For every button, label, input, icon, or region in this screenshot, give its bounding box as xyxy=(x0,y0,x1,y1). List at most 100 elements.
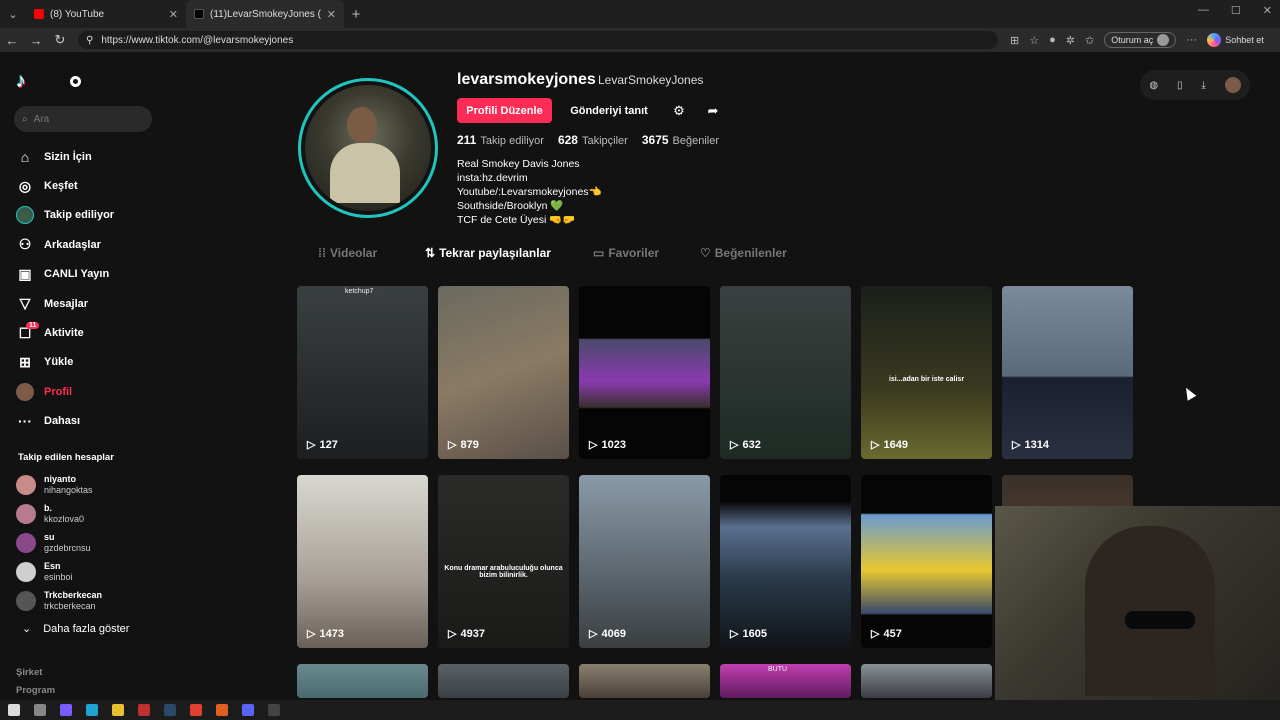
sidebar-item-messages[interactable]: ▽ Mesajlar xyxy=(16,289,166,318)
top-right-toolbar: ◍ ▯ ⤓ xyxy=(1140,70,1250,100)
tab-favorites[interactable]: ▭ Favoriler xyxy=(593,246,700,260)
list-item[interactable]: b. kkozlova0 xyxy=(16,499,166,528)
close-tab-icon[interactable]: ✕ xyxy=(169,8,178,21)
share-icon[interactable]: ➦ xyxy=(702,100,724,122)
favorites-icon[interactable]: ✩ xyxy=(1085,34,1094,47)
video-card[interactable] xyxy=(297,664,428,698)
list-item[interactable]: su gzdebrcnsu xyxy=(16,528,166,557)
puzzle-icon[interactable]: ✲ xyxy=(1066,34,1075,47)
sidebar-item-profile[interactable]: Profil xyxy=(16,377,166,406)
activity-badge: 11 xyxy=(26,322,40,330)
user-avatar-icon[interactable] xyxy=(1224,77,1241,93)
discord-icon[interactable] xyxy=(242,704,254,716)
folder-icon[interactable] xyxy=(112,704,124,716)
list-item[interactable]: Trkcberkecan trkcberkecan xyxy=(16,586,166,615)
close-window-icon[interactable]: ✕ xyxy=(1263,4,1272,17)
browser-tab-tiktok[interactable]: (11)LevarSmokeyJones (@levarsm… ✕ xyxy=(186,0,344,28)
following-count[interactable]: 211 Takip ediliyor xyxy=(457,133,544,147)
browser-tab-youtube[interactable]: (8) YouTube ✕ xyxy=(26,0,186,28)
sign-in-button[interactable]: Oturum aç xyxy=(1104,32,1177,48)
video-card[interactable]: ▷ 1473 xyxy=(297,475,428,648)
chrome-icon[interactable] xyxy=(190,704,202,716)
site-info-icon[interactable]: ⚲ xyxy=(86,35,93,46)
download-icon[interactable]: ⤓ xyxy=(1201,80,1205,91)
play-icon: ▷ xyxy=(1012,439,1021,451)
video-card[interactable]: Konu dramar arabuluculuğu olunca bizim b… xyxy=(438,475,569,648)
favorite-star-icon[interactable]: ☆ xyxy=(1029,34,1039,47)
video-card[interactable]: ketchup7 ▷ 127 xyxy=(297,286,428,459)
sidebar-item-activity[interactable]: ☐ 11 Aktivite xyxy=(16,318,166,347)
phone-icon[interactable]: ▯ xyxy=(1177,80,1183,91)
coin-icon[interactable]: ◍ xyxy=(1149,80,1158,91)
video-card[interactable] xyxy=(579,664,710,698)
view-count: ▷ 1023 xyxy=(589,438,626,452)
copilot-chat-button[interactable]: Sohbet et xyxy=(1207,33,1264,47)
store-icon[interactable] xyxy=(138,704,150,716)
video-card[interactable]: ▷ 879 xyxy=(438,286,569,459)
show-more-button[interactable]: ⌄ Daha fazla göster xyxy=(22,622,129,636)
settings-gear-icon[interactable]: ⚙ xyxy=(668,100,690,122)
url-field[interactable]: ⚲ https://www.tiktok.com/@levarsmokeyjon… xyxy=(78,31,998,49)
view-count: ▷ 1473 xyxy=(307,627,344,641)
profile-avatar[interactable] xyxy=(298,78,438,218)
forward-icon[interactable]: → xyxy=(24,33,48,48)
view-count: ▷ 4937 xyxy=(448,627,485,641)
tiktok-logo-icon[interactable]: ♪ xyxy=(16,70,26,93)
video-card[interactable]: ▷ 1314 xyxy=(1002,286,1133,459)
footer-link-program[interactable]: Program xyxy=(16,682,55,700)
live-icon: ▣ xyxy=(18,265,32,282)
sidebar-item-for-you[interactable]: ⌂ Sizin İçin xyxy=(16,142,166,171)
sidebar-item-upload[interactable]: ⊞ Yükle xyxy=(16,348,166,377)
tab-videos[interactable]: ⁞⁞ Videolar xyxy=(318,246,425,260)
profile-stats: 211 Takip ediliyor 628 Takipçiler 3675 Beğe… xyxy=(457,133,719,147)
play-icon: ▷ xyxy=(589,439,598,451)
steam-icon[interactable] xyxy=(164,704,176,716)
user-avatar-icon xyxy=(1157,34,1170,46)
avatar xyxy=(16,503,36,524)
video-card[interactable]: ▷ 1605 xyxy=(720,475,851,648)
sidebar-item-explore[interactable]: ◎ Keşfet xyxy=(16,171,166,200)
close-tab-icon[interactable]: ✕ xyxy=(327,8,336,21)
maximize-icon[interactable]: ☐ xyxy=(1231,4,1241,17)
extensions-icon[interactable]: ⊞ xyxy=(1010,34,1019,47)
list-item[interactable]: niyanto nihangoktas xyxy=(16,470,166,499)
video-card[interactable]: isi...adan bir iste calisr ▷ 1649 xyxy=(861,286,992,459)
profile-bio: Real Smokey Davis Jones insta:hz.devrim … xyxy=(457,158,602,226)
taskview-icon[interactable] xyxy=(34,704,46,716)
sidebar-item-friends[interactable]: ⚇ Arkadaşlar xyxy=(16,230,166,259)
tab-reposts[interactable]: ⇅ Tekrar paylaşılanlar xyxy=(425,246,593,260)
followers-count[interactable]: 628 Takipçiler xyxy=(558,133,628,147)
promote-post-button[interactable]: Gönderiyi tanıt xyxy=(560,98,658,123)
tab-actions-icon[interactable]: ⌄ xyxy=(0,0,26,28)
sidebar-item-live[interactable]: ▣ CANLI Yayın xyxy=(16,260,166,289)
video-card[interactable]: ▷ 1023 xyxy=(579,286,710,459)
sidebar-item-following[interactable]: Takip ediliyor xyxy=(16,201,166,230)
view-count: ▷ 457 xyxy=(871,627,902,641)
edit-profile-button[interactable]: Profili Düzenle xyxy=(457,98,552,123)
app-icon[interactable] xyxy=(216,704,228,716)
obs-icon[interactable] xyxy=(268,704,280,716)
video-card[interactable] xyxy=(438,664,569,698)
video-card[interactable]: ▷ 632 xyxy=(720,286,851,459)
list-item[interactable]: Esn esinboi xyxy=(16,557,166,586)
windows-start-icon[interactable] xyxy=(8,704,20,716)
browser-toolbar: ⊞ ☆ ● ✲ ✩ Oturum aç ··· Sohbet et xyxy=(1010,32,1264,48)
profile-dot-icon[interactable]: ● xyxy=(1049,34,1056,46)
tab-liked[interactable]: ♡ Beğenilenler xyxy=(700,246,787,260)
video-card[interactable]: BUTU xyxy=(720,664,851,698)
footer-link-company[interactable]: Şirket xyxy=(16,664,55,682)
edge-icon[interactable] xyxy=(86,704,98,716)
minimize-icon[interactable]: — xyxy=(1198,4,1209,17)
video-overlay-text: ketchup7 xyxy=(345,288,374,295)
video-card[interactable] xyxy=(861,664,992,698)
reload-icon[interactable]: ↻ xyxy=(48,32,72,48)
sidebar-item-more[interactable]: ··· Dahası xyxy=(16,407,166,436)
video-card[interactable]: ▷ 457 xyxy=(861,475,992,648)
search-box[interactable]: ⌕ xyxy=(14,106,152,132)
video-card[interactable]: ▷ 4069 xyxy=(579,475,710,648)
new-tab-icon[interactable]: + xyxy=(344,6,368,23)
back-icon[interactable]: ← xyxy=(0,33,24,48)
menu-dots-icon[interactable]: ··· xyxy=(1186,34,1197,46)
search-input[interactable] xyxy=(33,113,134,125)
copilot-icon[interactable] xyxy=(60,704,72,716)
